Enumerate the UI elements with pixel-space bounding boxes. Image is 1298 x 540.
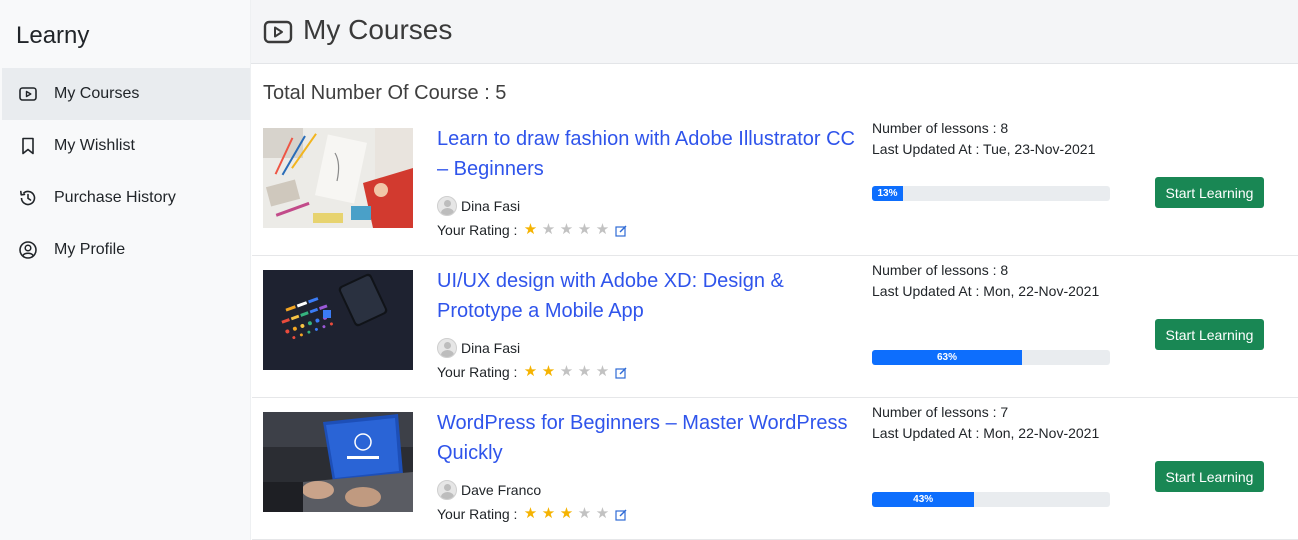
sidebar-item-my-profile[interactable]: My Profile — [2, 224, 250, 276]
last-updated: Last Updated At : Mon, 22-Nov-2021 — [872, 425, 1100, 441]
instructor-name: Dina Fasi — [461, 340, 521, 356]
progress-fill: 13% — [872, 186, 903, 201]
course-thumbnail[interactable] — [263, 412, 413, 512]
start-learning-button[interactable]: Start Learning — [1155, 461, 1264, 492]
star-rating[interactable]: ★ ★ ★ ★ ★ — [521, 364, 611, 380]
course-meta: Number of lessons : 7 Last Updated At : … — [872, 402, 1117, 444]
user-circle-icon — [18, 240, 38, 260]
star-icon[interactable]: ★ — [593, 506, 611, 522]
star-icon[interactable]: ★ — [575, 506, 593, 522]
course-row: WordPress for Beginners – Master WordPre… — [252, 398, 1298, 540]
rating-label: Your Rating : — [437, 364, 518, 380]
sidebar-item-purchase-history[interactable]: Purchase History — [2, 172, 250, 224]
rating: Your Rating : ★ ★ ★ ★ ★ — [437, 506, 627, 522]
rating: Your Rating : ★ ★ ★ ★ ★ — [437, 222, 627, 238]
start-learning-button[interactable]: Start Learning — [1155, 319, 1264, 350]
rating-label: Your Rating : — [437, 506, 518, 522]
course-title-link[interactable]: UI/UX design with Adobe XD: Design & Pro… — [437, 266, 857, 326]
instructor: Dina Fasi — [437, 338, 520, 358]
sidebar-item-label: My Courses — [54, 85, 140, 102]
instructor-name: Dave Franco — [461, 482, 542, 498]
star-icon[interactable]: ★ — [575, 222, 593, 238]
lesson-count: Number of lessons : 8 — [872, 262, 1009, 278]
progress-bar: 43% — [872, 492, 1110, 507]
progress-fill: 43% — [872, 492, 975, 507]
rating-label: Your Rating : — [437, 222, 518, 238]
avatar — [437, 338, 457, 358]
sidebar-item-label: My Wishlist — [54, 137, 135, 154]
course-meta: Number of lessons : 8 Last Updated At : … — [872, 118, 1117, 160]
star-icon[interactable]: ★ — [557, 506, 575, 522]
progress-bar: 63% — [872, 350, 1110, 365]
star-icon[interactable]: ★ — [557, 364, 575, 380]
page-header: My Courses — [251, 0, 1298, 64]
progress-bar: 13% — [872, 186, 1110, 201]
sidebar: Learny My Courses My Wishlist Purchase H… — [0, 0, 251, 540]
star-icon[interactable]: ★ — [593, 364, 611, 380]
progress-fill: 63% — [872, 350, 1022, 365]
page-title: My Courses — [303, 14, 453, 45]
course-title-link[interactable]: Learn to draw fashion with Adobe Illustr… — [437, 124, 857, 184]
lesson-count: Number of lessons : 7 — [872, 404, 1009, 420]
star-icon[interactable]: ★ — [521, 222, 539, 238]
edit-rating-icon[interactable] — [615, 366, 627, 379]
star-icon[interactable]: ★ — [539, 364, 557, 380]
sidebar-item-my-courses[interactable]: My Courses — [2, 68, 250, 120]
star-icon[interactable]: ★ — [521, 506, 539, 522]
last-updated: Last Updated At : Tue, 23-Nov-2021 — [872, 141, 1096, 157]
course-title-link[interactable]: WordPress for Beginners – Master WordPre… — [437, 408, 857, 468]
star-icon[interactable]: ★ — [557, 222, 575, 238]
star-icon[interactable]: ★ — [521, 364, 539, 380]
star-rating[interactable]: ★ ★ ★ ★ ★ — [521, 506, 611, 522]
instructor-name: Dina Fasi — [461, 198, 521, 214]
edit-rating-icon[interactable] — [615, 508, 627, 521]
edit-rating-icon[interactable] — [615, 224, 627, 237]
sidebar-item-my-wishlist[interactable]: My Wishlist — [2, 120, 250, 172]
sidebar-item-label: Purchase History — [54, 189, 176, 206]
brand-logo[interactable]: Learny — [16, 22, 89, 50]
star-rating[interactable]: ★ ★ ★ ★ ★ — [521, 222, 611, 238]
star-icon[interactable]: ★ — [539, 222, 557, 238]
star-icon[interactable]: ★ — [575, 364, 593, 380]
play-video-icon — [18, 84, 38, 104]
start-learning-button[interactable]: Start Learning — [1155, 177, 1264, 208]
course-row: UI/UX design with Adobe XD: Design & Pro… — [252, 256, 1298, 398]
course-thumbnail[interactable] — [263, 270, 413, 370]
rating: Your Rating : ★ ★ ★ ★ ★ — [437, 364, 627, 380]
star-icon[interactable]: ★ — [593, 222, 611, 238]
sidebar-item-label: My Profile — [54, 241, 126, 258]
play-video-icon — [263, 19, 293, 45]
avatar — [437, 480, 457, 500]
course-row: Learn to draw fashion with Adobe Illustr… — [252, 114, 1298, 256]
last-updated: Last Updated At : Mon, 22-Nov-2021 — [872, 283, 1100, 299]
instructor: Dave Franco — [437, 480, 541, 500]
lesson-count: Number of lessons : 8 — [872, 120, 1009, 136]
avatar — [437, 196, 457, 216]
instructor: Dina Fasi — [437, 196, 520, 216]
history-icon — [18, 188, 38, 208]
star-icon[interactable]: ★ — [539, 506, 557, 522]
bookmark-icon — [18, 136, 38, 156]
course-thumbnail[interactable] — [263, 128, 413, 228]
total-course-count: Total Number Of Course : 5 — [263, 82, 507, 104]
course-meta: Number of lessons : 8 Last Updated At : … — [872, 260, 1117, 302]
